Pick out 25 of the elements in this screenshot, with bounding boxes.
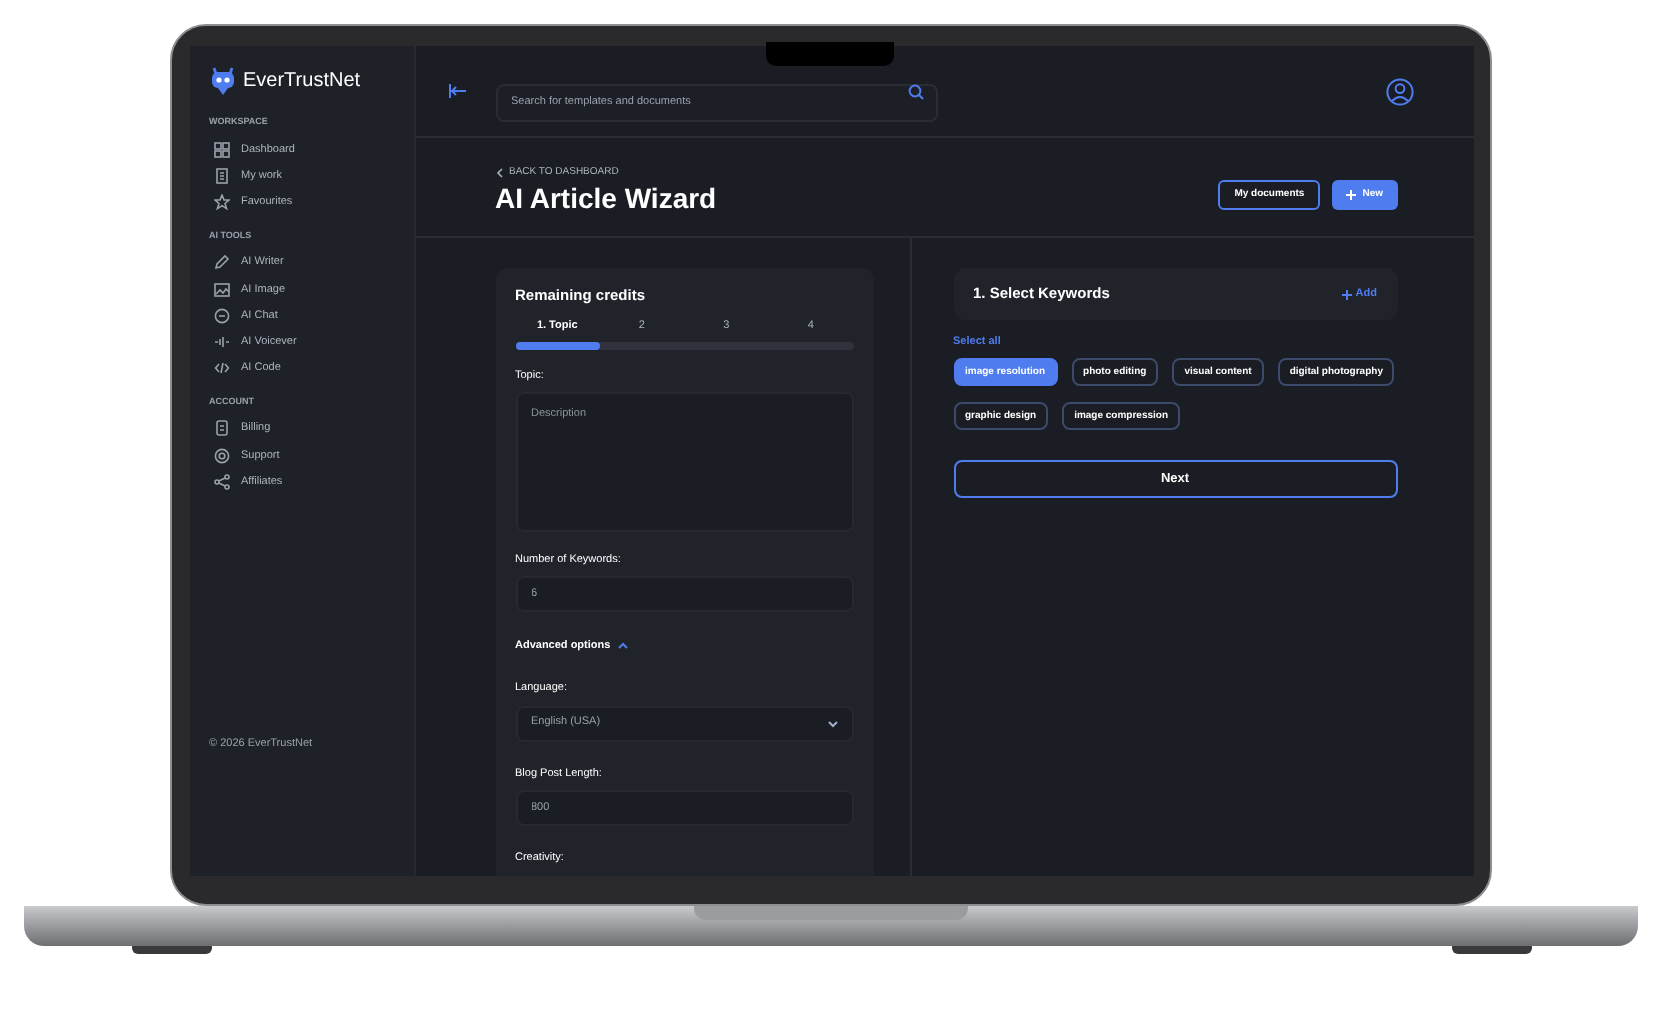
chevron-down-icon bbox=[827, 719, 837, 727]
chevron-left-icon bbox=[495, 167, 503, 178]
waveform-icon bbox=[213, 334, 229, 351]
share-nodes-icon bbox=[213, 473, 229, 490]
star-icon bbox=[213, 194, 229, 211]
grid-icon bbox=[213, 141, 229, 158]
image-icon bbox=[213, 281, 229, 298]
search-icon[interactable] bbox=[907, 83, 923, 99]
robot-logo-icon bbox=[209, 66, 235, 96]
chevron-up-icon bbox=[618, 642, 629, 651]
code-icon bbox=[213, 360, 229, 377]
collapse-sidebar-icon[interactable] bbox=[447, 84, 465, 98]
page-title: AI Article Wizard bbox=[495, 184, 717, 212]
plus-icon bbox=[1346, 190, 1357, 200]
pencil-icon bbox=[213, 254, 229, 271]
document-icon bbox=[213, 168, 229, 185]
receipt-icon bbox=[213, 420, 229, 437]
user-profile-icon[interactable] bbox=[1385, 77, 1413, 105]
laptop-foot bbox=[1451, 946, 1531, 954]
chat-bubble-icon bbox=[213, 307, 229, 324]
lifebuoy-icon bbox=[213, 447, 229, 464]
camera-notch bbox=[766, 42, 894, 66]
brand-name: EverTrustNet bbox=[243, 68, 361, 96]
plus-icon bbox=[1341, 289, 1352, 299]
laptop-foot bbox=[131, 946, 211, 954]
